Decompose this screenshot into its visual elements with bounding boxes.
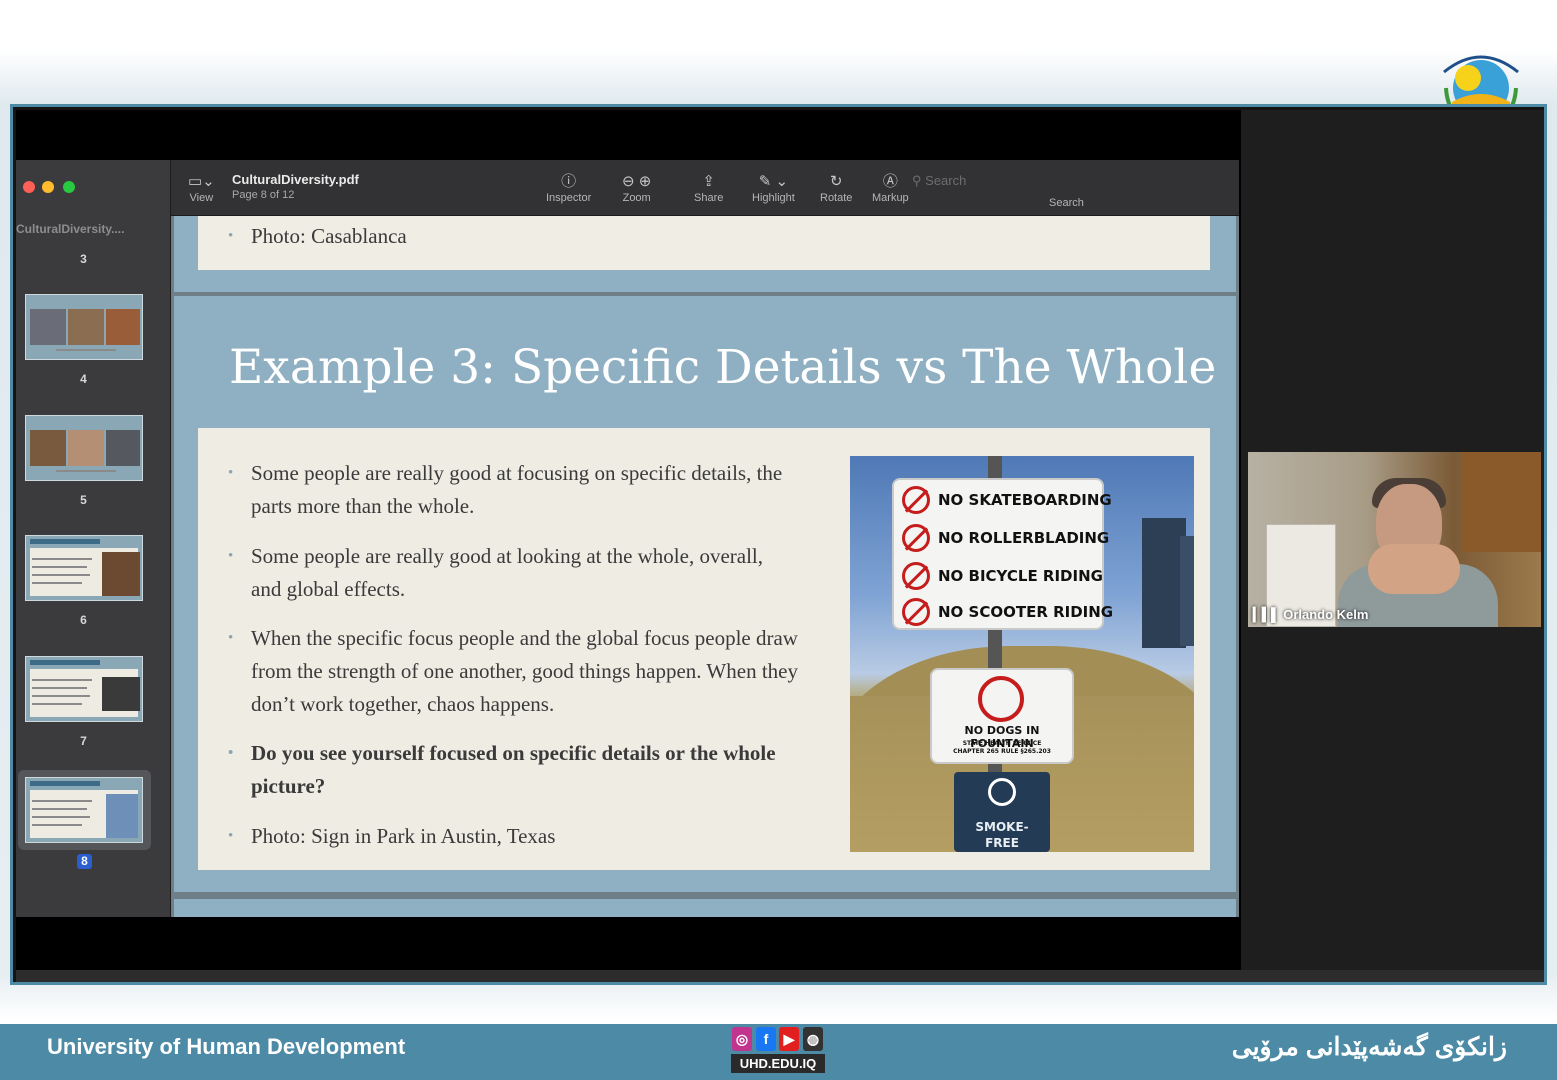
search-icon: ⚲ — [912, 173, 922, 188]
page-number: 7 — [80, 734, 87, 748]
inspector-button[interactable]: ⓘ Inspector — [546, 172, 591, 204]
page-number: 3 — [80, 252, 87, 266]
page-indicator: Page 8 of 12 — [232, 189, 295, 201]
sidebar-toggle-icon: ▭⌄ — [188, 173, 215, 190]
document-title: CulturalDiversity.pdf — [232, 172, 359, 187]
info-icon: ⓘ — [561, 173, 577, 190]
markup-icon: Ⓐ — [882, 173, 898, 190]
participant-video[interactable] — [1248, 452, 1541, 627]
no-dogs-icon — [978, 676, 1024, 722]
view-button[interactable]: ▭⌄ View — [188, 172, 215, 204]
no-smoking-icon — [988, 778, 1016, 806]
slide-bullet: Photo: Casablanca — [228, 220, 808, 253]
sidebar-doc-title: CulturalDiversity.... — [16, 222, 125, 236]
page-thumbnail-5[interactable] — [25, 415, 143, 481]
park-sign-photo: NO SKATEBOARDING NO ROLLERBLADING NO BIC… — [850, 456, 1194, 852]
previous-slide: Photo: Casablanca — [174, 216, 1236, 292]
slide-bullet: When the specific focus people and the g… — [228, 622, 808, 721]
preview-window: CulturalDiversity.... 3 4 5 6 7 8 ▭⌄ Vie… — [16, 160, 1239, 917]
youtube-icon[interactable]: ▶ — [779, 1027, 799, 1051]
share-button[interactable]: ⇪ Share — [694, 172, 723, 204]
markup-button[interactable]: Ⓐ Markup — [872, 172, 909, 204]
website-link[interactable]: UHD.EDU.IQ — [731, 1054, 825, 1073]
current-slide: Example 3: Specific Details vs The Whole… — [174, 296, 1236, 892]
thumbnail-sidebar[interactable]: CulturalDiversity.... 3 4 5 6 7 8 — [16, 160, 171, 917]
rotate-icon: ↻ — [829, 173, 843, 190]
current-page-number: 8 — [77, 854, 92, 869]
page-number: 4 — [80, 372, 87, 386]
participant-name-label: ▎▍▌ Orlando Kelm — [1253, 607, 1369, 622]
rotate-button[interactable]: ↻ Rotate — [820, 172, 852, 204]
prohibited-icon — [902, 598, 930, 626]
page-thumbnail-6[interactable] — [25, 535, 143, 601]
zoom-window-button[interactable] — [63, 181, 75, 193]
smoke-free-sign: SMOKE- FREE — [954, 772, 1050, 852]
close-window-button[interactable] — [23, 181, 35, 193]
minimize-window-button[interactable] — [42, 181, 54, 193]
dog-sign: NO DOGS IN FOUNTAIN STATE HEALTH SERVICE… — [930, 668, 1074, 764]
rules-sign: NO SKATEBOARDING NO ROLLERBLADING NO BIC… — [892, 478, 1113, 630]
document-view[interactable]: Photo: Casablanca Example 3: Specific De… — [171, 216, 1239, 917]
facebook-icon[interactable]: f — [756, 1027, 776, 1051]
page-number: 5 — [80, 493, 87, 507]
next-slide — [174, 899, 1236, 917]
search-input[interactable]: ⚲ Search — [912, 173, 1212, 193]
university-name-kurdish: زانكۆی گەشەپێدانی مرۆیی — [1231, 1033, 1507, 1061]
share-icon: ⇪ — [702, 173, 715, 190]
page-number: 6 — [80, 613, 87, 627]
slide-bullet: Some people are really good at looking a… — [228, 540, 788, 606]
slide-title: Example 3: Specific Details vs The Whole — [229, 340, 1217, 395]
page-thumbnail-4[interactable] — [25, 294, 143, 360]
web-icon[interactable]: ◍ — [803, 1027, 823, 1051]
zoom-icon: ⊖ ⊕ — [622, 173, 652, 190]
signal-icon: ▎▍▌ — [1253, 607, 1280, 622]
slide-bullet: Photo: Sign in Park in Austin, Texas — [228, 820, 808, 853]
slide-body: Some people are really good at focusing … — [198, 428, 1210, 870]
slide-bullet: Do you see yourself focused on specific … — [228, 737, 788, 803]
zoom-button[interactable]: ⊖ ⊕ Zoom — [622, 172, 651, 204]
page-thumbnail-7[interactable] — [25, 656, 143, 722]
highlighter-icon: ✎ ⌄ — [758, 173, 789, 190]
highlight-button[interactable]: ✎ ⌄ Highlight — [752, 172, 795, 204]
footer-bar: University of Human Development ◎ f ▶ ◍ … — [0, 1024, 1557, 1080]
prohibited-icon — [902, 562, 930, 590]
university-name-english: University of Human Development — [47, 1034, 406, 1059]
prohibited-icon — [902, 486, 930, 514]
search-label: Search — [1049, 197, 1084, 209]
instagram-icon[interactable]: ◎ — [732, 1027, 752, 1051]
page-thumbnail-8[interactable] — [25, 777, 143, 843]
prohibited-icon — [902, 524, 930, 552]
social-links: ◎ f ▶ ◍ UHD.EDU.IQ — [731, 1027, 825, 1077]
meeting-controls-strip — [16, 970, 1544, 982]
toolbar: ▭⌄ View CulturalDiversity.pdf Page 8 of … — [171, 160, 1239, 216]
slide-bullet: Some people are really good at focusing … — [228, 457, 808, 523]
